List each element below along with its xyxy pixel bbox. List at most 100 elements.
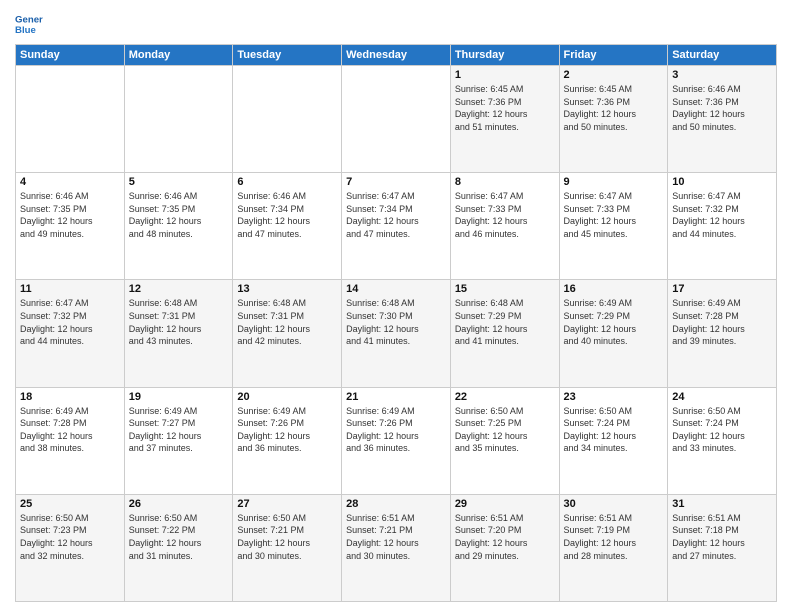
day-number: 7 <box>346 176 446 188</box>
day-info: Sunrise: 6:49 AM Sunset: 7:28 PM Dayligh… <box>20 405 120 455</box>
calendar-cell: 27Sunrise: 6:50 AM Sunset: 7:21 PM Dayli… <box>233 494 342 601</box>
day-number: 9 <box>564 176 664 188</box>
day-info: Sunrise: 6:50 AM Sunset: 7:24 PM Dayligh… <box>564 405 664 455</box>
weekday-header-tuesday: Tuesday <box>233 45 342 66</box>
weekday-header-monday: Monday <box>124 45 233 66</box>
calendar-cell: 26 Sunrise: 6:50 AM Sunset: 7:22 PM Dayli… <box>124 494 233 601</box>
day-number: 8 <box>455 176 555 188</box>
day-info: Sunrise: 6:48 AM Sunset: 7:29 PM Dayligh… <box>455 297 555 347</box>
calendar-cell: 20 Sunrise: 6:49 AM Sunset: 7:26 PM Dayli… <box>233 387 342 494</box>
calendar-cell: 21 Sunrise: 6:49 AM Sunset: 7:26 PM Dayli… <box>342 387 451 494</box>
calendar-cell: 31 Sunrise: 6:51 AM Sunset: 7:18 PM Dayli… <box>668 494 777 601</box>
day-number: 11 <box>20 283 120 295</box>
calendar-cell: 22 Sunrise: 6:50 AM Sunset: 7:25 PM Dayli… <box>450 387 559 494</box>
day-number: 4 <box>20 176 120 188</box>
day-info: Sunrise: 6:51 AM Sunset: 7:18 PM Dayligh… <box>672 512 772 562</box>
day-info: Sunrise: 6:46 AM Sunset: 7:34 PM Dayligh… <box>237 190 337 240</box>
calendar-cell: 23 Sunrise: 6:50 AM Sunset: 7:24 PM Dayli… <box>559 387 668 494</box>
calendar-cell: 15 Sunrise: 6:48 AM Sunset: 7:29 PM Dayli… <box>450 280 559 387</box>
day-number: 15 <box>455 283 555 295</box>
day-number: 2 <box>564 69 664 81</box>
svg-text:General: General <box>15 14 43 25</box>
day-info: Sunrise: 6:46 AM Sunset: 7:35 PM Dayligh… <box>20 190 120 240</box>
day-info: Sunrise: 6:49 AM Sunset: 7:29 PM Dayligh… <box>564 297 664 347</box>
day-info: Sunrise: 6:49 AM Sunset: 7:26 PM Dayligh… <box>237 405 337 455</box>
week-row-4: 18 Sunrise: 6:49 AM Sunset: 7:28 PM Dayli… <box>16 387 777 494</box>
day-info: Sunrise: 6:50 AM Sunset: 7:22 PM Dayligh… <box>129 512 229 562</box>
day-info: Sunrise: 6:47 AM Sunset: 7:33 PM Dayligh… <box>564 190 664 240</box>
calendar-cell: 16 Sunrise: 6:49 AM Sunset: 7:29 PM Dayli… <box>559 280 668 387</box>
day-number: 1 <box>455 69 555 81</box>
day-info: Sunrise: 6:46 AM Sunset: 7:35 PM Dayligh… <box>129 190 229 240</box>
calendar-cell: 4 Sunrise: 6:46 AM Sunset: 7:35 PM Daylig… <box>16 173 125 280</box>
svg-text:Blue: Blue <box>15 25 36 36</box>
day-number: 3 <box>672 69 772 81</box>
calendar-cell: 25 Sunrise: 6:50 AM Sunset: 7:23 PM Dayli… <box>16 494 125 601</box>
day-info: Sunrise: 6:47 AM Sunset: 7:32 PM Dayligh… <box>20 297 120 347</box>
day-number: 5 <box>129 176 229 188</box>
calendar-cell: 3 Sunrise: 6:46 AM Sunset: 7:36 PM Daylig… <box>668 66 777 173</box>
day-info: Sunrise: 6:50 AM Sunset: 7:23 PM Dayligh… <box>20 512 120 562</box>
header: General Blue <box>15 10 777 38</box>
day-info: Sunrise: 6:50 AM Sunset: 7:25 PM Dayligh… <box>455 405 555 455</box>
calendar-cell: 10Sunrise: 6:47 AM Sunset: 7:32 PM Dayli… <box>668 173 777 280</box>
logo: General Blue <box>15 10 43 38</box>
calendar-cell: 6 Sunrise: 6:46 AM Sunset: 7:34 PM Daylig… <box>233 173 342 280</box>
day-number: 18 <box>20 391 120 403</box>
day-info: Sunrise: 6:49 AM Sunset: 7:26 PM Dayligh… <box>346 405 446 455</box>
day-info: Sunrise: 6:51 AM Sunset: 7:19 PM Dayligh… <box>564 512 664 562</box>
day-number: 25 <box>20 498 120 510</box>
weekday-header-thursday: Thursday <box>450 45 559 66</box>
day-number: 22 <box>455 391 555 403</box>
day-info: Sunrise: 6:47 AM Sunset: 7:34 PM Dayligh… <box>346 190 446 240</box>
day-number: 20 <box>237 391 337 403</box>
day-number: 27 <box>237 498 337 510</box>
calendar-cell: 7 Sunrise: 6:47 AM Sunset: 7:34 PM Daylig… <box>342 173 451 280</box>
day-number: 16 <box>564 283 664 295</box>
day-number: 6 <box>237 176 337 188</box>
calendar-cell: 2 Sunrise: 6:45 AM Sunset: 7:36 PM Daylig… <box>559 66 668 173</box>
calendar-cell: 30 Sunrise: 6:51 AM Sunset: 7:19 PM Dayli… <box>559 494 668 601</box>
calendar-cell: 18 Sunrise: 6:49 AM Sunset: 7:28 PM Dayli… <box>16 387 125 494</box>
calendar-cell: 19Sunrise: 6:49 AM Sunset: 7:27 PM Dayli… <box>124 387 233 494</box>
day-number: 17 <box>672 283 772 295</box>
calendar-cell: 28 Sunrise: 6:51 AM Sunset: 7:21 PM Dayli… <box>342 494 451 601</box>
logo-icon: General Blue <box>15 10 43 38</box>
day-info: Sunrise: 6:47 AM Sunset: 7:33 PM Dayligh… <box>455 190 555 240</box>
day-info: Sunrise: 6:48 AM Sunset: 7:31 PM Dayligh… <box>237 297 337 347</box>
weekday-header-sunday: Sunday <box>16 45 125 66</box>
weekday-header-row: SundayMondayTuesdayWednesdayThursdayFrid… <box>16 45 777 66</box>
weekday-header-saturday: Saturday <box>668 45 777 66</box>
day-number: 24 <box>672 391 772 403</box>
weekday-header-friday: Friday <box>559 45 668 66</box>
day-number: 19 <box>129 391 229 403</box>
calendar-cell <box>16 66 125 173</box>
calendar-cell <box>342 66 451 173</box>
page: General Blue SundayMondayTuesdayWednesda… <box>0 0 792 612</box>
day-info: Sunrise: 6:46 AM Sunset: 7:36 PM Dayligh… <box>672 83 772 133</box>
day-number: 21 <box>346 391 446 403</box>
day-number: 31 <box>672 498 772 510</box>
calendar-table: SundayMondayTuesdayWednesdayThursdayFrid… <box>15 44 777 602</box>
calendar-cell: 9 Sunrise: 6:47 AM Sunset: 7:33 PM Daylig… <box>559 173 668 280</box>
day-info: Sunrise: 6:51 AM Sunset: 7:21 PM Dayligh… <box>346 512 446 562</box>
day-number: 12 <box>129 283 229 295</box>
week-row-1: 1 Sunrise: 6:45 AM Sunset: 7:36 PM Daylig… <box>16 66 777 173</box>
calendar-cell <box>233 66 342 173</box>
calendar-cell: 14Sunrise: 6:48 AM Sunset: 7:30 PM Dayli… <box>342 280 451 387</box>
day-number: 23 <box>564 391 664 403</box>
day-number: 28 <box>346 498 446 510</box>
week-row-2: 4 Sunrise: 6:46 AM Sunset: 7:35 PM Daylig… <box>16 173 777 280</box>
day-number: 30 <box>564 498 664 510</box>
calendar-cell: 5 Sunrise: 6:46 AM Sunset: 7:35 PM Daylig… <box>124 173 233 280</box>
day-info: Sunrise: 6:49 AM Sunset: 7:28 PM Dayligh… <box>672 297 772 347</box>
day-number: 14 <box>346 283 446 295</box>
day-info: Sunrise: 6:45 AM Sunset: 7:36 PM Dayligh… <box>564 83 664 133</box>
calendar-cell: 17 Sunrise: 6:49 AM Sunset: 7:28 PM Dayli… <box>668 280 777 387</box>
calendar-cell: 13Sunrise: 6:48 AM Sunset: 7:31 PM Dayli… <box>233 280 342 387</box>
calendar-cell: 29Sunrise: 6:51 AM Sunset: 7:20 PM Dayli… <box>450 494 559 601</box>
week-row-3: 11 Sunrise: 6:47 AM Sunset: 7:32 PM Dayli… <box>16 280 777 387</box>
day-number: 26 <box>129 498 229 510</box>
calendar-cell: 24 Sunrise: 6:50 AM Sunset: 7:24 PM Dayli… <box>668 387 777 494</box>
day-info: Sunrise: 6:50 AM Sunset: 7:24 PM Dayligh… <box>672 405 772 455</box>
